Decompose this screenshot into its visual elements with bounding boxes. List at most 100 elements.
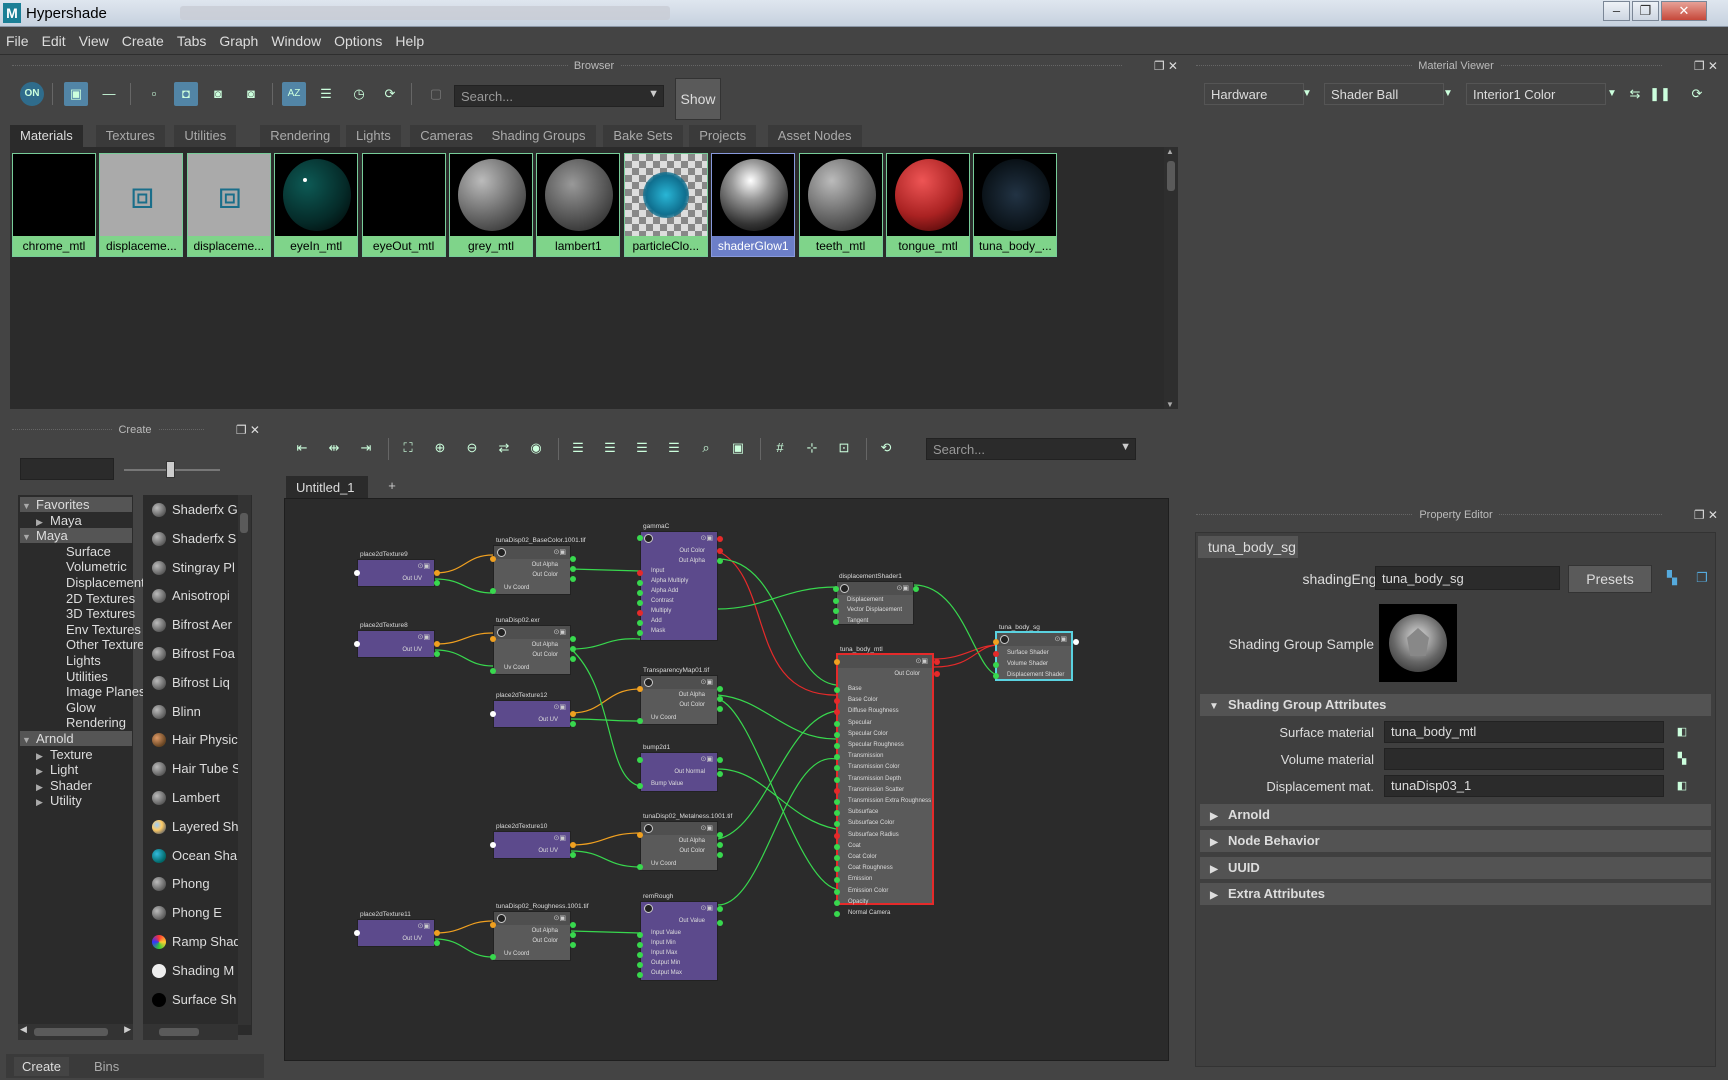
node-port[interactable] bbox=[833, 598, 839, 604]
node-attribute[interactable]: Out Alpha bbox=[679, 692, 705, 698]
node-port[interactable] bbox=[354, 570, 360, 576]
create-tree-item[interactable]: Lights bbox=[20, 653, 132, 668]
graph-node[interactable]: tunaDisp02_Roughness.1001.tif ⊙▣ Out Alpha… bbox=[490, 903, 589, 961]
node-port[interactable] bbox=[993, 662, 999, 668]
connection-wire[interactable] bbox=[717, 710, 837, 840]
node-attribute[interactable]: Coat bbox=[848, 843, 861, 849]
create-tree-item[interactable]: ▼ Favorites bbox=[20, 497, 132, 512]
create-node-item[interactable]: Shading M bbox=[146, 958, 240, 984]
node-attribute[interactable]: Out UV bbox=[402, 647, 422, 653]
large-swatch-icon[interactable]: ◙ bbox=[206, 82, 230, 106]
graph-node[interactable]: place2dTexture10 ⊙▣ Out UV bbox=[490, 823, 576, 859]
node-port[interactable] bbox=[570, 646, 576, 652]
environment-dropdown[interactable]: Interior1 Color bbox=[1466, 83, 1606, 105]
pause-icon[interactable]: ❚❚ bbox=[1648, 82, 1672, 106]
surface-material-field[interactable]: tuna_body_mtl bbox=[1384, 721, 1664, 743]
close-window-button[interactable]: ✕ bbox=[1661, 1, 1707, 21]
node-port[interactable] bbox=[637, 620, 643, 626]
browser-tab[interactable]: Utilities bbox=[174, 125, 237, 147]
checker-map-icon[interactable]: ▚ bbox=[1670, 747, 1694, 771]
node-attribute[interactable]: Transmission Scatter bbox=[848, 787, 904, 793]
node-port[interactable] bbox=[570, 566, 576, 572]
create-node-item[interactable]: Stingray Pl bbox=[146, 555, 240, 581]
section-collapsed[interactable]: ▶ Arnold bbox=[1200, 804, 1711, 826]
create-tree-item[interactable]: ▶ Utility bbox=[20, 793, 132, 808]
create-node-item[interactable]: Phong bbox=[146, 871, 240, 897]
node-port[interactable] bbox=[434, 641, 440, 647]
sort-time-icon[interactable]: ◷ bbox=[347, 82, 371, 106]
node-port[interactable] bbox=[834, 787, 840, 794]
browser-tab[interactable]: Rendering bbox=[260, 125, 341, 147]
graph-node[interactable]: tuna_body_sg ⊙▣ Surface Shader Volume Shade… bbox=[993, 624, 1079, 681]
node-attribute[interactable]: Displacement bbox=[847, 597, 883, 603]
grid-icon[interactable]: # bbox=[768, 436, 792, 460]
node-port[interactable] bbox=[833, 608, 839, 614]
chevron-down-icon[interactable]: ▼ bbox=[1436, 82, 1460, 106]
node-attribute[interactable]: Opacity bbox=[848, 899, 868, 905]
node-port[interactable] bbox=[717, 696, 723, 702]
node-attribute[interactable]: Specular bbox=[848, 720, 872, 726]
node-attribute[interactable]: Out UV bbox=[538, 848, 558, 854]
maximize-button[interactable]: ❐ bbox=[1632, 1, 1659, 21]
node-attribute[interactable]: Out Color bbox=[679, 848, 705, 854]
menu-item[interactable]: View bbox=[73, 27, 116, 49]
connected-mode-icon[interactable]: ☰ bbox=[598, 436, 622, 460]
search-icon[interactable]: ⌕ bbox=[694, 436, 718, 460]
material-swatch[interactable]: lambert1 bbox=[536, 153, 621, 257]
node-mode-icon[interactable]: ⊙▣ bbox=[701, 904, 713, 912]
node-attribute[interactable]: Uv Coord bbox=[504, 665, 529, 671]
node-port[interactable] bbox=[434, 570, 440, 576]
node-attribute[interactable]: Out Color bbox=[894, 671, 920, 677]
xlarge-swatch-icon[interactable]: ◙ bbox=[239, 82, 263, 106]
graph-output-icon[interactable]: ⇥ bbox=[354, 436, 378, 460]
node-mode-icon[interactable]: ⊙▣ bbox=[701, 755, 713, 763]
browser-tab[interactable]: Lights bbox=[346, 125, 401, 147]
browser-tab[interactable]: Shading Groups bbox=[481, 125, 596, 147]
node-port[interactable] bbox=[570, 842, 576, 848]
node-attribute[interactable]: Subsurface Color bbox=[848, 820, 894, 826]
node-attribute[interactable]: Input Max bbox=[651, 950, 677, 956]
node-mode-icon[interactable]: ⊙▣ bbox=[897, 584, 909, 592]
node-attribute[interactable]: Transmission Extra Roughness bbox=[848, 798, 931, 804]
node-port[interactable] bbox=[637, 570, 643, 576]
node-port[interactable] bbox=[717, 771, 723, 777]
material-swatch[interactable]: particleClo... bbox=[623, 153, 708, 257]
node-port[interactable] bbox=[717, 536, 723, 542]
node-mode-icon[interactable]: ⊙▣ bbox=[554, 834, 566, 842]
node-attribute[interactable]: Specular Color bbox=[848, 731, 888, 737]
node-port[interactable] bbox=[717, 906, 723, 912]
node-attribute[interactable]: Out Color bbox=[679, 548, 705, 554]
node-port[interactable] bbox=[833, 586, 839, 592]
node-attribute[interactable]: Uv Coord bbox=[651, 861, 676, 867]
node-attribute[interactable]: Transmission bbox=[848, 753, 883, 759]
graph-input-icon[interactable]: ⇤ bbox=[290, 436, 314, 460]
node-port[interactable] bbox=[570, 576, 576, 582]
connection-wire[interactable] bbox=[434, 578, 494, 594]
node-attribute[interactable]: Specular Roughness bbox=[848, 742, 904, 748]
create-node-item[interactable]: Hair Tube S bbox=[146, 756, 240, 782]
material-swatch[interactable]: ⧈ displaceme... bbox=[186, 153, 271, 257]
node-port[interactable] bbox=[913, 586, 919, 592]
node-port[interactable] bbox=[637, 972, 643, 978]
view-icons-icon[interactable]: ▣ bbox=[64, 82, 88, 106]
node-port[interactable] bbox=[637, 600, 643, 606]
create-node-item[interactable]: Bifrost Liq bbox=[146, 670, 240, 696]
node-attribute[interactable]: Out Normal bbox=[674, 769, 705, 775]
node-list-hscrollbar[interactable] bbox=[143, 1024, 238, 1040]
node-port[interactable] bbox=[490, 842, 496, 848]
tab-tuna-body-sg[interactable]: tuna_body_sg bbox=[1198, 536, 1298, 558]
create-node-item[interactable]: Ramp Shad bbox=[146, 929, 240, 955]
browser-tab[interactable]: Cameras bbox=[410, 125, 483, 147]
node-port[interactable] bbox=[637, 686, 643, 692]
connection-wire[interactable] bbox=[434, 632, 494, 645]
node-port[interactable] bbox=[834, 698, 840, 705]
connection-wire[interactable] bbox=[717, 758, 837, 906]
node-port[interactable] bbox=[570, 922, 576, 928]
node-mode-icon[interactable]: ⊙▣ bbox=[418, 562, 430, 570]
menu-item[interactable]: Tabs bbox=[171, 27, 214, 49]
section-collapsed[interactable]: ▶ Extra Attributes bbox=[1200, 883, 1711, 906]
node-attribute[interactable]: Coat Roughness bbox=[848, 865, 893, 871]
node-port[interactable] bbox=[434, 580, 440, 586]
node-port[interactable] bbox=[993, 639, 999, 645]
connection-wire[interactable] bbox=[434, 649, 494, 667]
